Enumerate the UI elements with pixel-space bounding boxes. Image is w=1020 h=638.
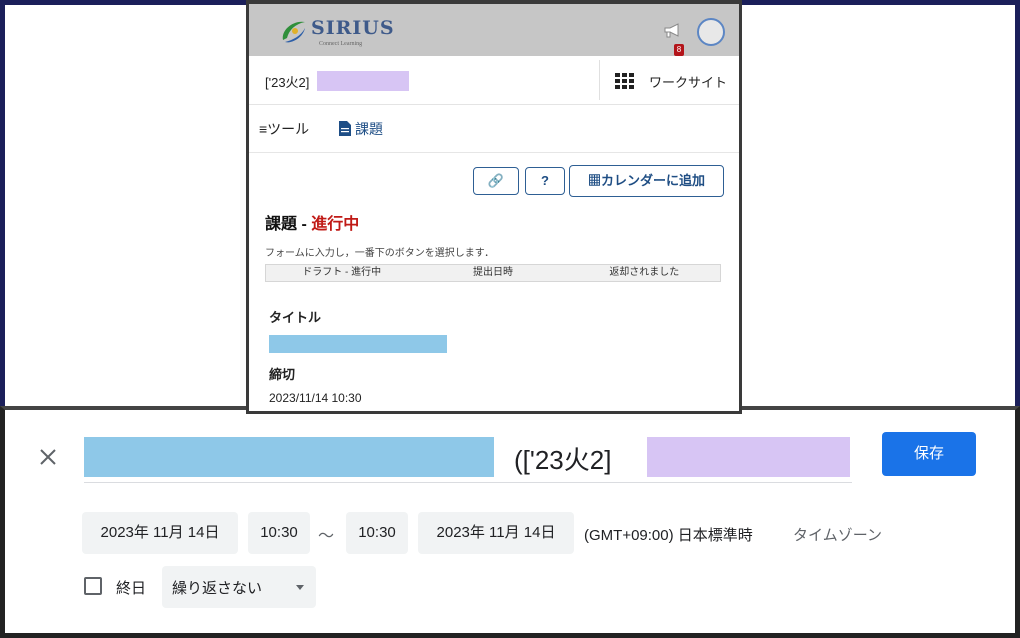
assignment-heading: 課題 - 進行中	[265, 210, 359, 234]
chevron-down-icon	[296, 585, 304, 590]
progress-step-draft: ドラフト - 進行中	[302, 267, 382, 278]
heading-prefix: 課題 -	[265, 216, 312, 233]
grid-icon[interactable]	[615, 73, 635, 89]
redacted-event-title-suffix	[647, 437, 850, 477]
title-underline	[84, 482, 852, 483]
divider	[599, 60, 600, 100]
notification-badge: 8	[674, 44, 684, 56]
assignments-link[interactable]: 課題	[339, 119, 383, 139]
tools-menu-link[interactable]: ≡ツール	[259, 119, 309, 139]
link-button[interactable]: 🔗	[473, 167, 519, 195]
progress-step-returned: 返却されました	[609, 267, 680, 278]
event-title-input[interactable]: (['23火2]	[514, 440, 611, 477]
start-date-field[interactable]: 2023年 11月 14日	[82, 512, 238, 554]
lms-header: SIRIUS Connect Learning 8	[249, 4, 739, 56]
megaphone-icon[interactable]	[663, 22, 681, 38]
repeat-value: 繰り返さない	[172, 580, 263, 597]
timezone-link[interactable]: タイムゾーン	[793, 524, 882, 545]
deadline-label: 締切	[269, 367, 296, 382]
instructions-text: フォームに入力し，一番下のボタンを選択します．	[265, 248, 495, 259]
site-row: ['23火2] ワークサイト	[249, 56, 739, 105]
help-button[interactable]: ?	[525, 167, 565, 195]
all-day-checkbox[interactable]	[84, 577, 102, 595]
close-icon[interactable]	[38, 447, 58, 467]
add-to-calendar-button[interactable]: ▦カレンダーに追加	[569, 165, 724, 197]
redacted-event-title	[84, 437, 494, 477]
redacted-site-name	[317, 71, 409, 91]
start-time-field[interactable]: 10:30	[248, 512, 310, 554]
progress-steps: ドラフト - 進行中 提出日時 返却されました	[265, 264, 721, 282]
deadline-value: 2023/11/14 10:30	[269, 391, 362, 405]
status-text: 進行中	[311, 216, 360, 233]
save-button[interactable]: 保存	[882, 432, 976, 476]
logo-subtitle: Connect Learning	[319, 41, 363, 47]
redacted-title	[269, 335, 447, 353]
lms-panel: SIRIUS Connect Learning 8 ['23火2] ワークサイト…	[246, 0, 742, 414]
site-name[interactable]: ['23火2]	[265, 72, 309, 91]
all-day-label: 終日	[116, 580, 147, 597]
repeat-dropdown[interactable]: 繰り返さない	[162, 566, 316, 608]
title-label: タイトル	[269, 310, 322, 325]
sirius-logo-icon	[282, 21, 305, 43]
timezone-label: (GMT+09:00) 日本標準時	[584, 527, 753, 544]
progress-step-submitted: 提出日時	[472, 267, 513, 278]
logo-text: SIRIUS	[311, 17, 395, 39]
range-separator: 〜	[318, 528, 335, 545]
end-time-field[interactable]: 10:30	[346, 512, 408, 554]
end-date-field[interactable]: 2023年 11月 14日	[418, 512, 574, 554]
tools-row: ≡ツール 課題	[249, 104, 739, 153]
document-icon	[339, 121, 351, 136]
assignments-label: 課題	[355, 121, 383, 137]
worksite-link[interactable]: ワークサイト	[649, 72, 727, 91]
avatar[interactable]	[697, 18, 725, 46]
